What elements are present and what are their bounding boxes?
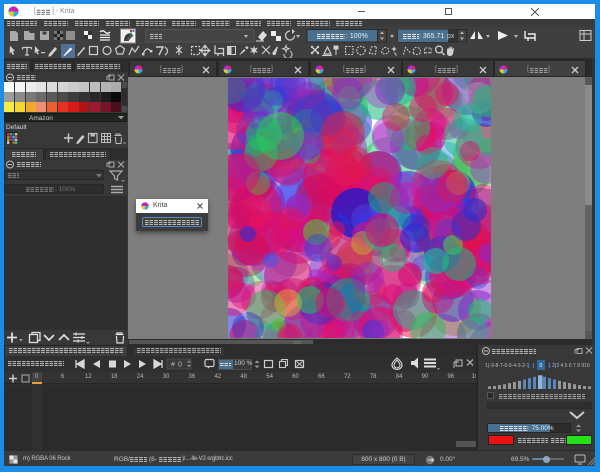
svg-text:#: # [171,362,175,369]
svg-text:0: 0 [178,362,182,369]
